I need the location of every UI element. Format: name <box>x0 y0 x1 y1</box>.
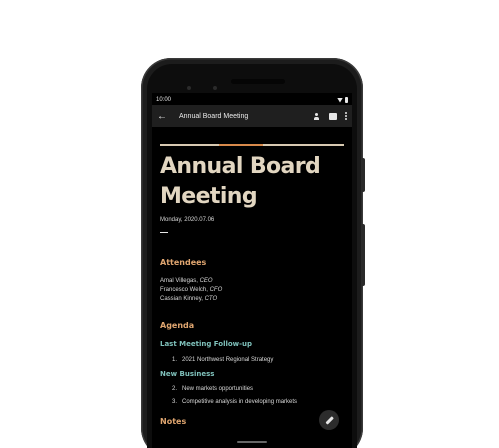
attendees-heading: Attendees <box>160 258 207 267</box>
front-sensor <box>213 86 217 90</box>
person-add-icon[interactable] <box>312 112 321 120</box>
app-bar-actions <box>312 112 347 120</box>
agenda-subheading: Last Meeting Follow-up <box>160 340 253 348</box>
comment-icon[interactable] <box>329 112 337 120</box>
app-bar-title: Annual Board Meeting <box>179 112 249 120</box>
attendee-row: Cassian Kinney, CTO <box>160 296 218 302</box>
more-vert-icon[interactable] <box>345 112 347 120</box>
document-title-line1: Annual Board <box>160 154 321 179</box>
document-body: Annual Board Meeting Monday, 2020.07.06 … <box>160 127 344 426</box>
home-indicator <box>237 441 267 443</box>
agenda-heading: Agenda <box>160 321 195 330</box>
agenda-item: 2. New markets opportunities <box>172 386 254 392</box>
attendee-row: Amal Villegas, CEO <box>160 278 213 284</box>
title-accent-bar <box>160 144 344 146</box>
edit-fab-button[interactable] <box>319 410 339 430</box>
status-time: 10:00 <box>156 97 172 103</box>
battery-icon <box>345 97 348 103</box>
volume-button <box>362 224 365 286</box>
agenda-subheading: New Business <box>160 370 215 378</box>
document-title-line2: Meeting <box>160 184 258 209</box>
arrow-back-icon[interactable]: ← <box>157 111 171 122</box>
attendee-row: Francesco Welch, CFO <box>160 287 223 293</box>
power-button <box>362 158 365 192</box>
agenda-item: 1. 2021 Northwest Regional Strategy <box>172 357 274 363</box>
divider <box>160 232 168 233</box>
app-bar: ← Annual Board Meeting <box>152 105 352 127</box>
front-camera <box>187 86 191 90</box>
document-title[interactable]: Annual Board Meeting <box>160 152 344 212</box>
notes-heading: Notes <box>160 417 187 426</box>
wifi-icon <box>337 97 343 103</box>
document-date: Monday, 2020.07.06 <box>160 217 215 223</box>
phone-screen: 10:00 ← Annual Board Meeting Annual Boar… <box>152 93 352 448</box>
status-icons <box>337 97 348 103</box>
status-bar: 10:00 <box>152 93 352 105</box>
phone-speaker <box>231 79 285 84</box>
agenda-item: 3. Competitive analysis in developing ma… <box>172 399 298 405</box>
edit-pencil-icon <box>325 416 334 425</box>
attendees-list: Amal Villegas, CEO Francesco Welch, CFO … <box>160 277 344 304</box>
